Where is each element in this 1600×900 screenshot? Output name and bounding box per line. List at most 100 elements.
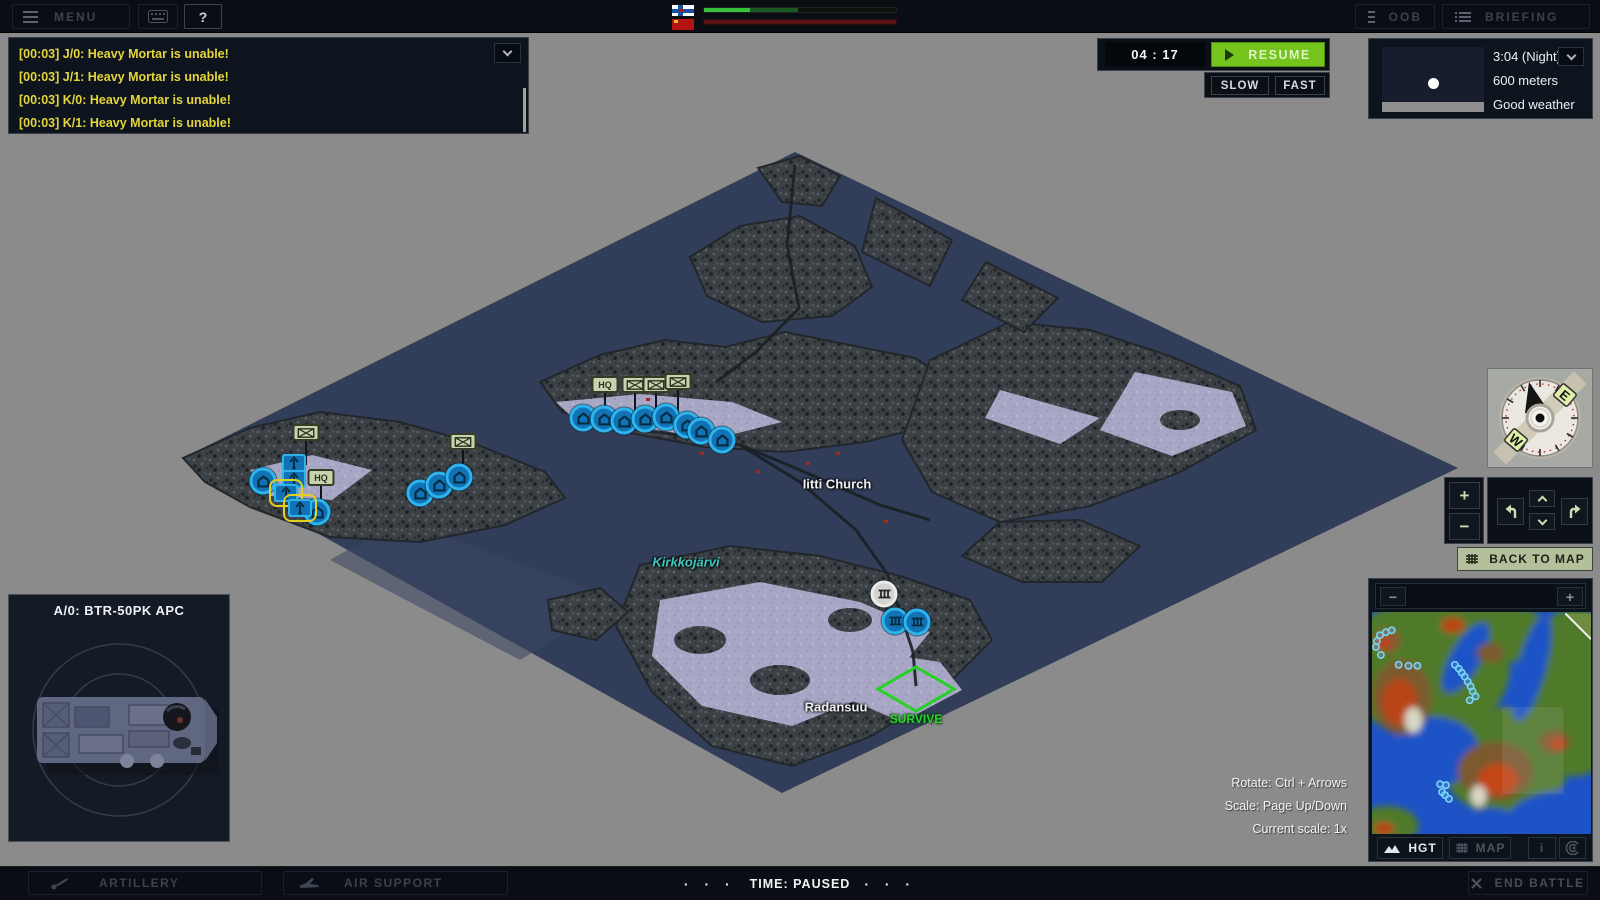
- finland-flag-icon: [672, 5, 694, 16]
- infantry-flag[interactable]: [450, 433, 477, 450]
- list-icon: [1368, 8, 1375, 26]
- unit-info-panel: A/0: BTR-50PK APC: [8, 594, 230, 842]
- keyboard-icon: [148, 10, 168, 23]
- map-unit-supply[interactable]: [871, 581, 898, 608]
- menu-button[interactable]: MENU: [12, 4, 130, 29]
- minimap-unit-dot: [1395, 662, 1401, 668]
- minimap-unit-dot: [1472, 693, 1478, 699]
- zoom-out-button[interactable]: −: [1449, 513, 1480, 540]
- visibility: 600 meters: [1493, 73, 1558, 88]
- log-scrollbar[interactable]: [523, 88, 526, 132]
- weather: Good weather: [1493, 97, 1575, 112]
- infantry-flag[interactable]: [665, 373, 692, 390]
- chevron-down-icon: [1566, 50, 1576, 60]
- map-unit-supply[interactable]: [904, 609, 931, 636]
- resume-button[interactable]: RESUME: [1211, 42, 1325, 67]
- play-icon: [1225, 49, 1234, 61]
- minimap-unit-dot: [1378, 652, 1384, 658]
- minimap-unit-dot: [1467, 697, 1473, 703]
- mortar-symbol-icon: [280, 486, 292, 500]
- hq-flag[interactable]: HQ: [308, 469, 335, 486]
- hint-current-scale: Current scale: 1x: [1225, 818, 1347, 841]
- minimap-unit-dot: [1373, 644, 1379, 650]
- unit-top-view: [9, 625, 229, 839]
- minimap-unit-dot: [1414, 663, 1420, 669]
- oob-button[interactable]: OOB: [1355, 4, 1435, 29]
- unit-title: A/0: BTR-50PK APC: [9, 603, 229, 618]
- apc-symbol-icon: [659, 411, 673, 423]
- back-to-map-label: BACK TO MAP: [1489, 552, 1584, 566]
- tilt-up-button[interactable]: [1529, 490, 1555, 507]
- apc-symbol-icon: [576, 412, 590, 424]
- hq-flag[interactable]: HQ: [592, 376, 619, 393]
- minimap-zoom-out-button[interactable]: −: [1380, 587, 1406, 606]
- apc-symbol-icon: [617, 415, 631, 427]
- end-battle-button[interactable]: END BATTLE: [1468, 871, 1588, 895]
- map-unit-apc[interactable]: [709, 427, 736, 454]
- zoom-in-button[interactable]: +: [1449, 482, 1480, 509]
- map-unit-mortar[interactable]: [288, 499, 312, 517]
- enemy-strength-bar: [703, 19, 897, 25]
- info-icon: i: [1540, 841, 1544, 855]
- log-message: [00:03] J/0: Heavy Mortar is unable!: [19, 43, 518, 66]
- supply-symbol-icon: [888, 616, 902, 627]
- log-message: [00:03] J/1: Heavy Mortar is unable!: [19, 66, 518, 89]
- briefing-button[interactable]: BRIEFING: [1442, 4, 1590, 29]
- map-unit-apc[interactable]: [446, 464, 473, 491]
- time-status-label: TIME: PAUSED: [750, 877, 851, 891]
- log-message: [00:03] K/1: Heavy Mortar is unable!: [19, 112, 518, 135]
- friendly-strength-fill: [704, 8, 750, 12]
- chevron-down-icon: [1537, 515, 1547, 525]
- dots-right: · · ·: [864, 876, 916, 892]
- enemy-strength-fill: [704, 20, 896, 24]
- compass-panel[interactable]: E W: [1487, 368, 1593, 468]
- apc-symbol-icon: [715, 434, 729, 446]
- conditions-expand-button[interactable]: [1558, 47, 1584, 66]
- minimap-unit-dot: [1405, 663, 1411, 669]
- tilt-down-button[interactable]: [1529, 513, 1555, 530]
- rotate-tilt-panel: [1487, 477, 1593, 544]
- sky-preview: [1382, 47, 1484, 112]
- x-icon: [1471, 878, 1482, 889]
- minimap-hgt-button[interactable]: HGT: [1377, 837, 1443, 859]
- minimap-panel: − +: [1368, 578, 1593, 862]
- log-collapse-button[interactable]: [494, 43, 521, 63]
- map-unit-apc[interactable]: [250, 468, 277, 495]
- mortar-symbol-icon: [288, 456, 300, 470]
- rotate-left-button[interactable]: [1497, 498, 1524, 525]
- fast-button[interactable]: FAST: [1275, 76, 1325, 95]
- rotate-right-button[interactable]: [1561, 498, 1588, 525]
- minimap-contour-button[interactable]: [1559, 837, 1586, 859]
- log-message: [00:03] K/0: Heavy Mortar is unable!: [19, 89, 518, 112]
- map-place-label: Radansuu: [805, 700, 868, 715]
- back-to-map-button[interactable]: BACK TO MAP: [1457, 547, 1593, 571]
- minimap-info-button[interactable]: i: [1528, 837, 1556, 859]
- hamburger-icon: [23, 8, 38, 26]
- minimap-map-button[interactable]: MAP: [1449, 837, 1511, 859]
- minimap[interactable]: [1372, 612, 1591, 834]
- mortar-symbol-icon: [294, 501, 306, 515]
- infantry-flag[interactable]: [293, 424, 320, 441]
- time-status: · · · TIME: PAUSED · · ·: [0, 867, 1600, 900]
- apc-symbol-icon: [597, 413, 611, 425]
- map-place-label: Kirkkojärvi: [652, 555, 719, 570]
- rotate-right-arrow-icon: [1566, 503, 1584, 521]
- dots-left: · · ·: [684, 876, 736, 892]
- help-button[interactable]: ?: [184, 4, 222, 29]
- apc-symbol-icon: [310, 506, 324, 518]
- keyboard-button[interactable]: [138, 4, 178, 29]
- rotate-left-arrow-icon: [1502, 503, 1520, 521]
- infantry-symbol-icon: [648, 380, 665, 390]
- contour-icon: [1565, 841, 1581, 855]
- speed-control-panel: SLOW FAST: [1204, 72, 1330, 98]
- mountain-icon: [1383, 843, 1401, 854]
- supply-symbol-icon: [910, 617, 924, 628]
- infantry-symbol-icon: [455, 437, 472, 447]
- minimap-zoom-in-button[interactable]: +: [1557, 587, 1583, 606]
- infantry-symbol-icon: [627, 380, 644, 390]
- map-place-label: Iitti Church: [803, 477, 872, 492]
- slow-button[interactable]: SLOW: [1211, 76, 1269, 95]
- resume-label: RESUME: [1248, 48, 1310, 62]
- apc-symbol-icon: [452, 471, 466, 483]
- chevron-up-icon: [1537, 496, 1547, 506]
